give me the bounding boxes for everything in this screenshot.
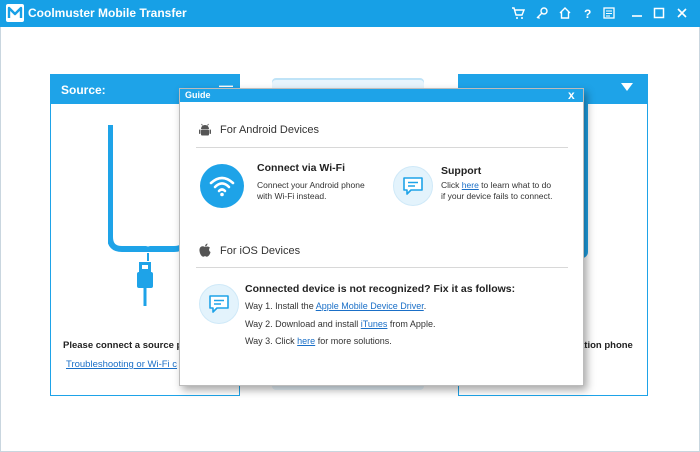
help-icon[interactable]: ? <box>578 4 596 22</box>
support-description-line1: Click here to learn what to do <box>441 180 551 191</box>
ios-divider <box>196 267 568 268</box>
android-section-header: For Android Devices <box>198 123 319 137</box>
way-2-post-text: from Apple. <box>387 319 436 329</box>
destination-caption: ation phone <box>579 340 633 351</box>
support-icon-circle <box>393 166 433 206</box>
support-title: Support <box>441 165 482 177</box>
usb-cable-icon <box>135 262 155 306</box>
wifi-button[interactable] <box>200 164 244 208</box>
apple-icon <box>198 243 212 258</box>
title-bar: Coolmuster Mobile Transfer ? <box>0 0 700 27</box>
wifi-icon <box>209 175 235 197</box>
way-3-post-text: for more solutions. <box>315 336 392 346</box>
key-icon[interactable] <box>533 4 551 22</box>
dialog-close-button[interactable]: x <box>568 88 575 102</box>
home-icon[interactable] <box>556 4 574 22</box>
wifi-title[interactable]: Connect via Wi-Fi <box>257 162 345 174</box>
ios-section-title: For iOS Devices <box>220 244 301 257</box>
dialog-header: Guide x <box>180 88 583 102</box>
android-icon <box>198 123 212 137</box>
apple-driver-link[interactable]: Apple Mobile Device Driver <box>316 301 424 311</box>
phone-illustration <box>107 125 189 261</box>
itunes-link[interactable]: iTunes <box>361 319 388 329</box>
dropdown-arrow-icon[interactable] <box>621 83 633 91</box>
support-description-line2: if your device fails to connect. <box>441 191 553 201</box>
way-3: Way 3. Click here for more solutions. <box>245 336 392 346</box>
way-1-pre-text: Way 1. Install the <box>245 301 316 311</box>
more-solutions-link[interactable]: here <box>297 336 315 346</box>
way-1-post-text: . <box>423 301 427 311</box>
android-divider <box>196 147 568 148</box>
feedback-icon[interactable] <box>600 4 618 22</box>
cart-icon[interactable] <box>509 4 527 22</box>
dialog-title: Guide <box>185 90 211 100</box>
chat-bubble-icon <box>208 294 230 314</box>
wifi-description-line1: Connect your Android phone <box>257 180 365 190</box>
way-2-pre-text: Way 2. Download and install <box>245 319 361 329</box>
guide-dialog: Guide x For Android Devices Connect via … <box>179 88 584 386</box>
support-pre-text: Click <box>441 180 462 190</box>
android-section-title: For Android Devices <box>220 124 320 136</box>
ios-help-icon-circle <box>199 284 239 324</box>
way-1: Way 1. Install the Apple Mobile Device D… <box>245 301 426 311</box>
ios-section-header: For iOS Devices <box>198 243 300 258</box>
app-logo <box>6 4 24 22</box>
source-panel-title: Source: <box>61 83 106 97</box>
svg-text:?: ? <box>584 7 591 20</box>
way-3-pre-text: Way 3. Click <box>245 336 298 346</box>
support-here-link[interactable]: here <box>462 180 479 190</box>
app-title: Coolmuster Mobile Transfer <box>28 6 187 20</box>
way-2: Way 2. Download and install iTunes from … <box>245 319 435 329</box>
close-icon[interactable] <box>673 4 691 22</box>
support-post-text: to learn what to do <box>478 180 552 190</box>
minimize-icon[interactable] <box>628 4 646 22</box>
fix-title: Connected device is not recognized? Fix … <box>245 283 516 295</box>
wifi-description-line2: with Wi-Fi instead. <box>257 191 327 201</box>
chat-bubble-icon <box>402 176 424 196</box>
maximize-icon[interactable] <box>650 4 668 22</box>
